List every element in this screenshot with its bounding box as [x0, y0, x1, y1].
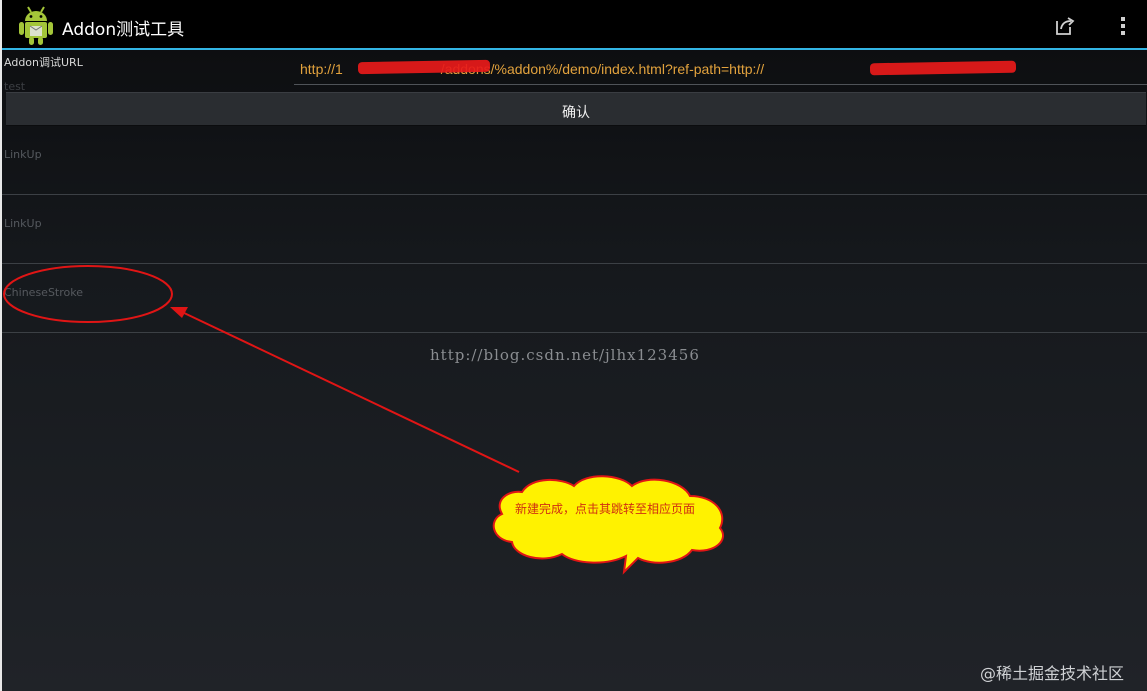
callout-text: 新建完成，点击其跳转至相应页面: [514, 502, 695, 516]
annotation-arrow: [181, 311, 520, 473]
highlight-ellipse: [3, 265, 173, 323]
app-screen: Addon测试工具 Addon调试URL test http://1 /addo…: [0, 0, 1147, 691]
annotation-overlay: [3, 265, 724, 575]
site-watermark: @稀土掘金技术社区: [980, 664, 1125, 683]
callout-cloud: [492, 475, 724, 575]
